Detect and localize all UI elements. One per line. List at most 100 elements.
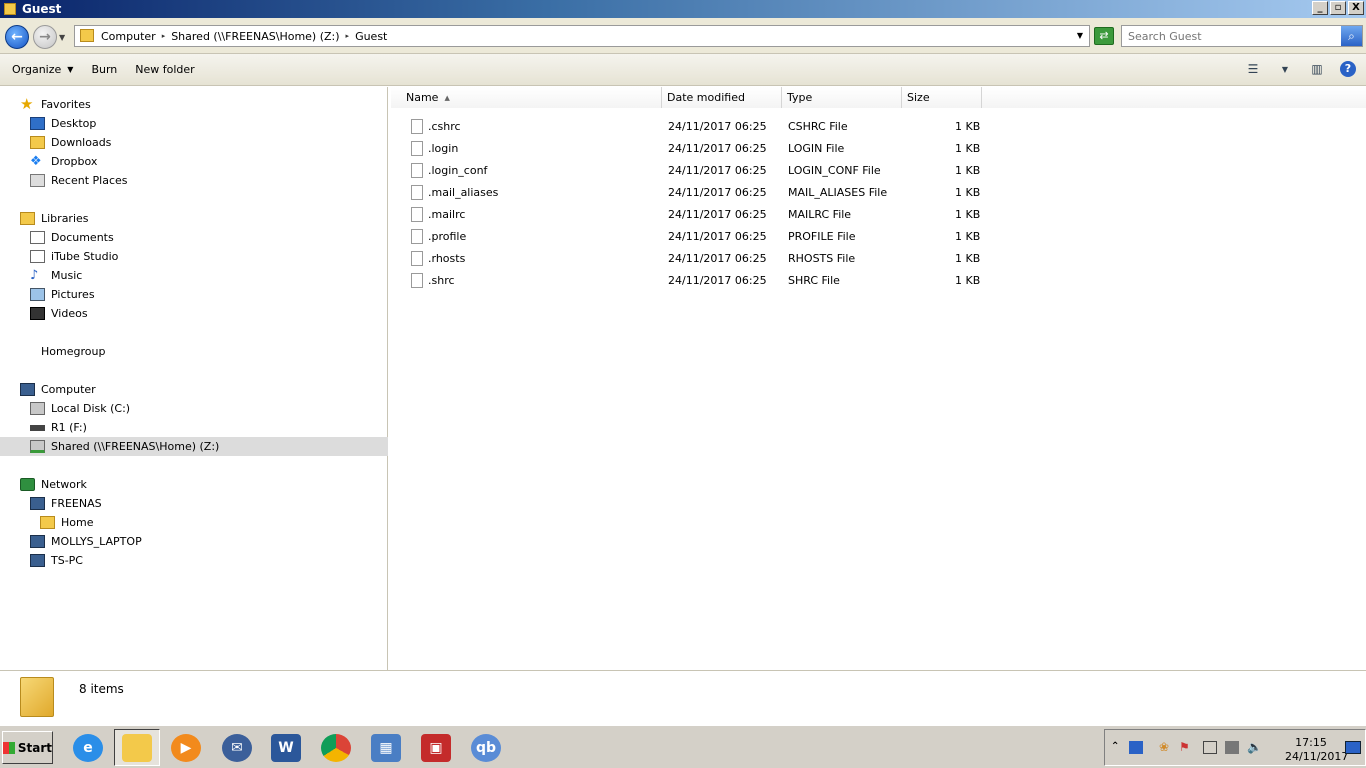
taskbar-remote-desktop[interactable]: ▦ (363, 729, 409, 766)
search-input[interactable] (1122, 26, 1332, 46)
nav-pictures[interactable]: Pictures (30, 285, 95, 304)
nav-label: Downloads (51, 136, 112, 149)
address-dropdown-icon[interactable]: ▼ (1077, 31, 1083, 40)
tray-monitor-icon[interactable] (1225, 741, 1239, 754)
nav-network[interactable]: Network (20, 475, 87, 494)
preview-pane-icon[interactable]: ▥ (1308, 61, 1326, 77)
close-button[interactable]: X (1348, 1, 1364, 15)
column-header-size[interactable]: Size (902, 87, 982, 108)
tray-app-icon[interactable] (1129, 741, 1143, 754)
title-bar: Guest _ ▫ X (0, 0, 1366, 18)
tray-network-icon[interactable]: ❀ (1159, 741, 1173, 754)
taskbar-thunderbird[interactable]: ✉ (214, 729, 260, 766)
star-icon: ★ (20, 95, 34, 113)
nav-label: Pictures (51, 288, 95, 301)
clock[interactable]: 17:15 24/11/2017 (1285, 736, 1348, 764)
chevron-down-icon[interactable]: ▸ (346, 32, 350, 40)
file-type: MAILRC File (788, 207, 852, 221)
nav-recent-places[interactable]: Recent Places (30, 171, 128, 190)
nav-dropbox[interactable]: ❖ Dropbox (30, 152, 97, 171)
taskbar-internet-explorer[interactable]: e (65, 729, 111, 766)
nav-documents[interactable]: Documents (30, 228, 114, 247)
tray-flag-icon[interactable]: ⚑ (1179, 741, 1193, 754)
show-hidden-icons-icon[interactable]: ⌃ (1111, 741, 1125, 754)
address-bar[interactable]: Computer ▸ Shared (\\FREENAS\Home) (Z:) … (74, 25, 1090, 47)
forward-button[interactable]: → (33, 25, 57, 49)
media-player-icon: ▶ (171, 733, 201, 762)
nav-libraries[interactable]: Libraries (20, 209, 89, 228)
search-icon[interactable]: ⌕ (1341, 26, 1362, 46)
taskbar-explorer[interactable] (114, 729, 160, 766)
libraries-icon (20, 212, 35, 225)
computer-icon (30, 497, 45, 510)
computer-icon (30, 554, 45, 567)
nav-music[interactable]: ♪ Music (30, 266, 82, 285)
nav-label: FREENAS (51, 497, 102, 510)
file-row[interactable]: .login_conf 24/11/2017 06:25 LOGIN_CONF Fi… (391, 159, 991, 181)
file-name: .mailrc (428, 207, 466, 221)
nav-downloads[interactable]: Downloads (30, 133, 111, 152)
column-header-name[interactable]: Name ▲ (391, 87, 662, 108)
view-options-icon[interactable]: ☰ (1244, 61, 1262, 77)
column-label: Date modified (667, 91, 745, 104)
nav-freenas[interactable]: FREENAS (30, 494, 102, 513)
taskbar-media-player[interactable]: ▶ (163, 729, 209, 766)
column-header-type[interactable]: Type (782, 87, 902, 108)
nav-ts-pc[interactable]: TS-PC (30, 551, 83, 570)
nav-label: iTube Studio (51, 250, 119, 263)
file-row[interactable]: .login 24/11/2017 06:25 LOGIN File 1 KB (391, 137, 991, 159)
file-row[interactable]: .mail_aliases 24/11/2017 06:25 MAIL_ALIASE… (391, 181, 991, 203)
file-date-modified: 24/11/2017 06:25 (668, 229, 767, 243)
search-box[interactable]: ⌕ (1121, 25, 1363, 47)
nav-shared-drive[interactable]: Shared (\\FREENAS\Home) (Z:) (0, 437, 388, 456)
taskbar-word[interactable]: W (263, 729, 309, 766)
nav-desktop[interactable]: Desktop (30, 114, 96, 133)
file-date-modified: 24/11/2017 06:25 (668, 251, 767, 265)
file-row[interactable]: .cshrc 24/11/2017 06:25 CSHRC File 1 KB (391, 115, 991, 137)
file-list: Name ▲ Date modified Type Size .cshrc 24/… (391, 87, 1366, 670)
minimize-button[interactable]: _ (1312, 1, 1328, 15)
nav-computer[interactable]: Computer (20, 380, 96, 399)
help-icon[interactable]: ? (1340, 61, 1356, 77)
volume-icon[interactable]: 🔈 (1247, 741, 1262, 754)
column-header-date[interactable]: Date modified (662, 87, 782, 108)
restore-button[interactable]: ▫ (1330, 1, 1346, 15)
breadcrumb-computer[interactable]: Computer ▸ (101, 30, 165, 43)
nav-local-disk[interactable]: Local Disk (C:) (30, 399, 130, 418)
folder-icon (20, 677, 54, 717)
taskbar-toolbox[interactable]: ▣ (413, 729, 459, 766)
command-bar: Organize ▼ Burn New folder ☰ ▼ ▥ ? (0, 54, 1366, 86)
breadcrumb-guest[interactable]: Guest (355, 30, 387, 43)
chevron-down-icon[interactable]: ▸ (162, 32, 166, 40)
file-date-modified: 24/11/2017 06:25 (668, 163, 767, 177)
file-row[interactable]: .shrc 24/11/2017 06:25 SHRC File 1 KB (391, 269, 991, 291)
nav-mollys-laptop[interactable]: MOLLYS_LAPTOP (30, 532, 142, 551)
nav-home[interactable]: Home (40, 513, 93, 532)
burn-button[interactable]: Burn (85, 63, 123, 76)
nav-videos[interactable]: Videos (30, 304, 88, 323)
back-button[interactable]: ← (5, 25, 29, 49)
show-desktop-icon[interactable] (1345, 741, 1361, 754)
breadcrumb-shared[interactable]: Shared (\\FREENAS\Home) (Z:) ▸ (171, 30, 349, 43)
new-folder-button[interactable]: New folder (129, 63, 200, 76)
nav-r1-drive[interactable]: R1 (F:) (30, 418, 87, 437)
nav-favorites[interactable]: ★ Favorites (20, 95, 91, 114)
file-row[interactable]: .mailrc 24/11/2017 06:25 MAILRC File 1 KB (391, 203, 991, 225)
file-row[interactable]: .rhosts 24/11/2017 06:25 RHOSTS File 1 KB (391, 247, 991, 269)
nav-homegroup[interactable]: Homegroup (20, 342, 105, 361)
nav-itube-studio[interactable]: iTube Studio (30, 247, 118, 266)
file-date-modified: 24/11/2017 06:25 (668, 141, 767, 155)
file-size: 1 KB (955, 163, 981, 177)
nav-label: Desktop (51, 117, 97, 130)
window-controls: _ ▫ X (1312, 1, 1364, 15)
start-button[interactable]: Start (2, 731, 53, 764)
organize-button[interactable]: Organize ▼ (6, 63, 79, 76)
breadcrumb-label: Guest (355, 29, 388, 43)
file-row[interactable]: .profile 24/11/2017 06:25 PROFILE File 1 KB (391, 225, 991, 247)
tray-device-icon[interactable] (1203, 741, 1217, 754)
taskbar-qbittorrent[interactable]: qb (463, 729, 509, 766)
recent-pages-chevron-icon[interactable]: ▼ (59, 33, 65, 42)
chevron-down-icon[interactable]: ▼ (1276, 61, 1294, 77)
refresh-icon[interactable]: ⇄ (1094, 27, 1114, 45)
taskbar-chrome[interactable] (313, 729, 359, 766)
